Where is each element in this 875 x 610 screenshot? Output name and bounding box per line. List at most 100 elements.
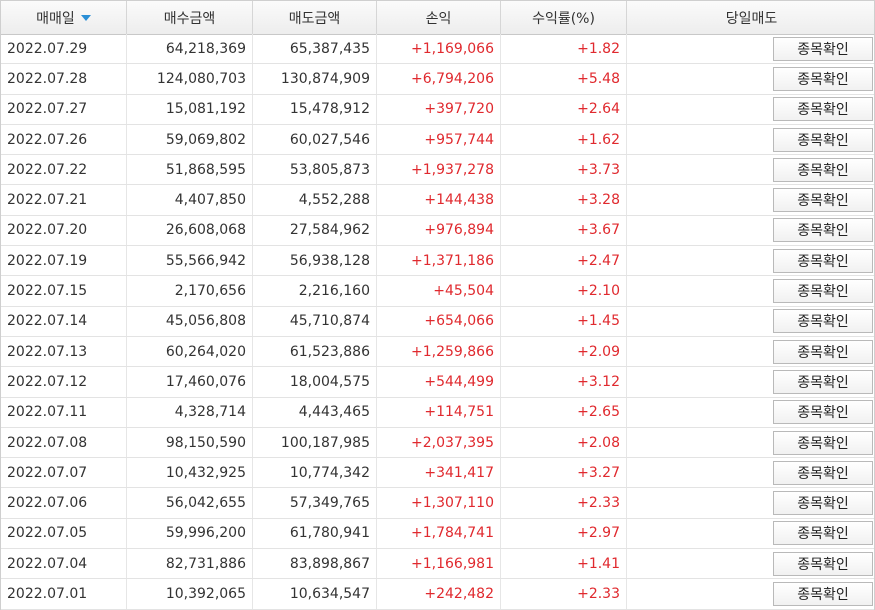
check-stocks-button[interactable]: 종목확인 (773, 460, 873, 485)
column-header-profit[interactable]: 손익 (377, 1, 501, 34)
check-stocks-button[interactable]: 종목확인 (773, 97, 873, 122)
check-stocks-button[interactable]: 종목확인 (773, 218, 873, 243)
cell-buy-amount: 56,042,655 (127, 488, 253, 518)
cell-return-rate: +2.33 (501, 579, 627, 609)
table-header: 매매일 매수금액 매도금액 손익 수익률(%) 당일매도 (1, 1, 874, 35)
cell-sell-amount: 57,349,765 (253, 488, 377, 518)
table-row[interactable]: 2022.07.26 59,069,802 60,027,546 +957,74… (1, 124, 874, 156)
check-stocks-button[interactable]: 종목확인 (773, 430, 873, 455)
cell-return-rate: +2.65 (501, 397, 627, 427)
cell-profit: +1,307,110 (377, 488, 501, 518)
table-row[interactable]: 2022.07.07 10,432,925 10,774,342 +341,41… (1, 458, 874, 489)
column-header-return-rate[interactable]: 수익률(%) (501, 1, 627, 34)
table-row[interactable]: 2022.07.29 64,218,369 65,387,435 +1,169,… (1, 34, 874, 65)
table-row[interactable]: 2022.07.21 4,407,850 4,552,288 +144,438 … (1, 185, 874, 216)
cell-date: 2022.07.20 (1, 215, 127, 246)
cell-buy-amount: 98,150,590 (127, 427, 253, 458)
cell-return-rate: +1.62 (501, 124, 627, 155)
cell-sell-amount: 61,780,941 (253, 518, 377, 549)
table-row[interactable]: 2022.07.13 60,264,020 61,523,886 +1,259,… (1, 336, 875, 368)
check-stocks-button[interactable]: 종목확인 (773, 581, 873, 606)
table-row[interactable]: 2022.07.22 51,868,595 53,805,873 +1,937,… (1, 155, 874, 186)
cell-same-day-sell: 종목확인 (627, 307, 875, 336)
cell-profit: +341,417 (377, 458, 501, 488)
table-row[interactable]: 2022.07.01 10,392,065 10,634,547 +242,48… (1, 579, 874, 610)
column-header-same-day-sell-label: 당일매도 (725, 10, 778, 27)
check-stocks-button[interactable]: 종목확인 (773, 248, 873, 273)
cell-buy-amount: 17,460,076 (127, 367, 253, 397)
cell-return-rate: +3.73 (501, 155, 627, 185)
cell-date: 2022.07.14 (1, 306, 127, 336)
cell-sell-amount: 130,874,909 (253, 64, 377, 94)
cell-buy-amount: 55,566,942 (127, 246, 253, 276)
cell-date: 2022.07.28 (1, 64, 127, 94)
table-row[interactable]: 2022.07.28 124,080,703 130,874,909 +6,79… (1, 64, 875, 95)
check-stocks-button[interactable]: 종목확인 (773, 551, 873, 576)
cell-same-day-sell: 종목확인 (627, 246, 875, 275)
table-row[interactable]: 2022.07.19 55,566,942 56,938,128 +1,371,… (1, 246, 875, 277)
check-stocks-button[interactable]: 종목확인 (773, 491, 873, 516)
cell-buy-amount: 10,432,925 (127, 458, 253, 488)
check-stocks-button[interactable]: 종목확인 (773, 400, 873, 425)
cell-profit: +1,371,186 (377, 246, 501, 276)
column-header-buy-amount[interactable]: 매수금액 (127, 1, 253, 34)
check-stocks-button[interactable]: 종목확인 (773, 66, 873, 91)
cell-date: 2022.07.21 (1, 185, 127, 215)
table-row[interactable]: 2022.07.14 45,056,808 45,710,874 +654,06… (1, 306, 875, 337)
check-stocks-button[interactable]: 종목확인 (773, 521, 873, 546)
cell-profit: +45,504 (377, 276, 501, 306)
cell-profit: +114,751 (377, 397, 501, 427)
cell-sell-amount: 100,187,985 (253, 427, 377, 458)
cell-buy-amount: 4,407,850 (127, 185, 253, 215)
cell-same-day-sell: 종목확인 (627, 519, 875, 548)
cell-return-rate: +2.33 (501, 488, 627, 518)
cell-date: 2022.07.22 (1, 155, 127, 185)
cell-return-rate: +1.45 (501, 306, 627, 336)
cell-sell-amount: 10,774,342 (253, 458, 377, 488)
cell-profit: +957,744 (377, 124, 501, 155)
check-stocks-button[interactable]: 종목확인 (773, 279, 873, 304)
check-stocks-button[interactable]: 종목확인 (773, 127, 873, 152)
cell-return-rate: +2.09 (501, 336, 627, 367)
table-row[interactable]: 2022.07.12 17,460,076 18,004,575 +544,49… (1, 367, 874, 398)
column-header-return-rate-label: 수익률(%) (532, 10, 595, 27)
cell-date: 2022.07.07 (1, 458, 127, 488)
table-row[interactable]: 2022.07.04 82,731,886 83,898,867 +1,166,… (1, 549, 874, 580)
cell-profit: +1,259,866 (377, 336, 501, 367)
table-row[interactable]: 2022.07.20 26,608,068 27,584,962 +976,89… (1, 215, 874, 247)
cell-buy-amount: 2,170,656 (127, 276, 253, 306)
cell-return-rate: +2.64 (501, 94, 627, 124)
cell-same-day-sell: 종목확인 (627, 337, 875, 366)
cell-sell-amount: 60,027,546 (253, 124, 377, 155)
column-header-sell-amount[interactable]: 매도금액 (253, 1, 377, 34)
table-row[interactable]: 2022.07.15 2,170,656 2,216,160 +45,504 +… (1, 276, 874, 307)
cell-profit: +1,784,741 (377, 518, 501, 549)
check-stocks-button[interactable]: 종목확인 (773, 188, 873, 213)
cell-date: 2022.07.05 (1, 518, 127, 549)
check-stocks-button[interactable]: 종목확인 (773, 157, 873, 182)
cell-sell-amount: 83,898,867 (253, 549, 377, 579)
check-stocks-button[interactable]: 종목확인 (773, 369, 873, 394)
cell-sell-amount: 4,552,288 (253, 185, 377, 215)
table-row[interactable]: 2022.07.11 4,328,714 4,443,465 +114,751 … (1, 397, 875, 428)
column-header-same-day-sell[interactable]: 당일매도 (627, 1, 875, 34)
cell-date: 2022.07.11 (1, 397, 127, 427)
check-stocks-button[interactable]: 종목확인 (773, 309, 873, 334)
table-row[interactable]: 2022.07.06 56,042,655 57,349,765 +1,307,… (1, 488, 874, 519)
check-stocks-button[interactable]: 종목확인 (773, 36, 873, 61)
cell-sell-amount: 2,216,160 (253, 276, 377, 306)
table-row[interactable]: 2022.07.05 59,996,200 61,780,941 +1,784,… (1, 518, 875, 550)
column-header-date[interactable]: 매매일 (1, 1, 127, 34)
cell-buy-amount: 60,264,020 (127, 336, 253, 367)
cell-same-day-sell: 종목확인 (627, 398, 875, 427)
cell-same-day-sell: 종목확인 (627, 64, 875, 93)
cell-date: 2022.07.27 (1, 94, 127, 124)
cell-profit: +654,066 (377, 306, 501, 336)
table-row[interactable]: 2022.07.27 15,081,192 15,478,912 +397,72… (1, 94, 874, 125)
cell-date: 2022.07.12 (1, 367, 127, 397)
check-stocks-button[interactable]: 종목확인 (773, 339, 873, 364)
table-row[interactable]: 2022.07.08 98,150,590 100,187,985 +2,037… (1, 427, 874, 459)
cell-buy-amount: 45,056,808 (127, 306, 253, 336)
cell-buy-amount: 10,392,065 (127, 579, 253, 609)
cell-profit: +544,499 (377, 367, 501, 397)
